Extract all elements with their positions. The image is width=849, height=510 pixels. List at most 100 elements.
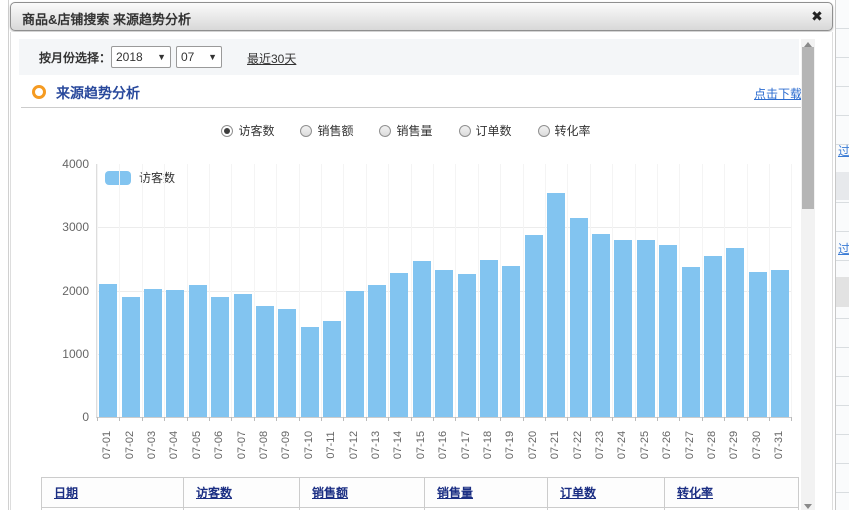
screen: 过 过 商品&店铺搜索 来源趋势分析 ✖ 按月份选择： 2018 ▼ 07 ▼ …: [0, 0, 849, 510]
bar-07-20[interactable]: [525, 235, 543, 417]
metric-radio-销售量[interactable]: 销售量: [379, 122, 432, 139]
gridline: [119, 164, 120, 417]
bar-07-03[interactable]: [144, 289, 162, 417]
gridline: [791, 164, 792, 417]
bar-07-16[interactable]: [435, 270, 453, 417]
bar-07-07[interactable]: [234, 294, 252, 417]
x-tick: [231, 417, 232, 421]
scrollbar-thumb[interactable]: [802, 47, 814, 209]
x-tick: [119, 417, 120, 421]
chart-y-axis: 01000200030004000: [39, 164, 89, 417]
bar-07-04[interactable]: [166, 290, 184, 417]
column-header-日期[interactable]: 日期: [42, 478, 184, 508]
x-tick: [523, 417, 524, 421]
radio-icon: [538, 125, 550, 137]
x-tick: [545, 417, 546, 421]
scroll-down-icon[interactable]: [801, 500, 815, 510]
radio-icon: [459, 125, 471, 137]
dialog-title: 商品&店铺搜索 来源趋势分析: [22, 9, 191, 28]
x-tick: [567, 417, 568, 421]
x-tick-label: 07-30: [751, 423, 763, 467]
x-tick-label: 07-14: [392, 423, 404, 467]
bar-07-21[interactable]: [547, 193, 565, 417]
trend-analysis-dialog: 商品&店铺搜索 来源趋势分析 ✖ 按月份选择： 2018 ▼ 07 ▼ 最近30…: [10, 2, 833, 510]
column-header-订单数[interactable]: 订单数: [548, 478, 665, 508]
gridline: [366, 164, 367, 417]
month-filter-bar: 按月份选择： 2018 ▼ 07 ▼ 最近30天: [19, 39, 799, 75]
dialog-titlebar[interactable]: 商品&店铺搜索 来源趋势分析 ✖: [10, 2, 833, 31]
x-tick: [702, 417, 703, 421]
month-select[interactable]: 07 ▼: [176, 46, 222, 68]
gridline: [769, 164, 770, 417]
x-tick: [433, 417, 434, 421]
year-select[interactable]: 2018 ▼: [111, 46, 171, 68]
bar-07-10[interactable]: [301, 327, 319, 417]
x-tick-label: 07-12: [348, 423, 360, 467]
vertical-scrollbar[interactable]: [801, 39, 815, 510]
x-tick: [657, 417, 658, 421]
x-tick: [366, 417, 367, 421]
gridline: [500, 164, 501, 417]
x-tick-label: 07-05: [191, 423, 203, 467]
last-30-days-link[interactable]: 最近30天: [247, 50, 296, 67]
gridline: [567, 164, 568, 417]
bar-07-09[interactable]: [278, 309, 296, 417]
radio-label: 订单数: [476, 122, 512, 139]
bar-07-11[interactable]: [323, 321, 341, 417]
x-tick-label: 07-06: [213, 423, 225, 467]
table-header-row: 日期访客数销售额销售量订单数转化率: [42, 478, 799, 508]
metric-radio-访客数[interactable]: 访客数: [221, 122, 274, 139]
section-header: 来源趋势分析 点击下载: [21, 80, 808, 108]
x-tick: [679, 417, 680, 421]
legend-label: 访客数: [139, 169, 175, 186]
bar-07-31[interactable]: [771, 270, 789, 417]
x-tick-label: 07-21: [549, 423, 561, 467]
column-header-销售额[interactable]: 销售额: [300, 478, 425, 508]
bar-07-15[interactable]: [413, 261, 431, 417]
x-tick-label: 07-09: [280, 423, 292, 467]
background-partial-link[interactable]: 过: [838, 142, 849, 159]
column-header-销售量[interactable]: 销售量: [425, 478, 548, 508]
bar-07-08[interactable]: [256, 306, 274, 417]
y-tick-label: 4000: [39, 157, 89, 171]
chart-plot-area: 访客数: [96, 164, 792, 418]
close-icon[interactable]: ✖: [808, 7, 826, 25]
bar-07-14[interactable]: [390, 273, 408, 417]
bar-07-01[interactable]: [99, 284, 117, 417]
bar-07-25[interactable]: [637, 240, 655, 417]
bar-07-22[interactable]: [570, 218, 588, 417]
download-link[interactable]: 点击下载: [754, 85, 802, 102]
bar-07-28[interactable]: [704, 256, 722, 417]
bar-07-18[interactable]: [480, 260, 498, 417]
gridline: [433, 164, 434, 417]
gridline: [97, 164, 98, 417]
column-header-访客数[interactable]: 访客数: [184, 478, 300, 508]
background-header-band: [836, 277, 849, 307]
x-tick-label: 07-28: [706, 423, 718, 467]
metric-radio-转化率[interactable]: 转化率: [538, 122, 591, 139]
bar-07-23[interactable]: [592, 234, 610, 417]
metric-radio-销售额[interactable]: 销售额: [300, 122, 353, 139]
bar-07-26[interactable]: [659, 245, 677, 417]
bar-07-24[interactable]: [614, 240, 632, 417]
bar-07-29[interactable]: [726, 248, 744, 418]
bar-07-05[interactable]: [189, 285, 207, 417]
x-tick: [321, 417, 322, 421]
x-tick-label: 07-16: [437, 423, 449, 467]
bar-07-13[interactable]: [368, 285, 386, 417]
bar-07-27[interactable]: [682, 267, 700, 417]
background-partial-link[interactable]: 过: [838, 240, 849, 257]
bar-07-17[interactable]: [458, 274, 476, 417]
metric-radio-订单数[interactable]: 订单数: [459, 122, 512, 139]
bar-07-30[interactable]: [749, 272, 767, 417]
bar-07-19[interactable]: [502, 266, 520, 417]
x-tick: [500, 417, 501, 421]
bar-07-02[interactable]: [122, 297, 140, 417]
x-tick-label: 07-27: [684, 423, 696, 467]
x-tick-label: 07-03: [146, 423, 158, 467]
bar-07-06[interactable]: [211, 297, 229, 417]
bar-07-12[interactable]: [346, 291, 364, 417]
gridline: [455, 164, 456, 417]
column-header-转化率[interactable]: 转化率: [665, 478, 799, 508]
legend-swatch: [105, 171, 131, 185]
